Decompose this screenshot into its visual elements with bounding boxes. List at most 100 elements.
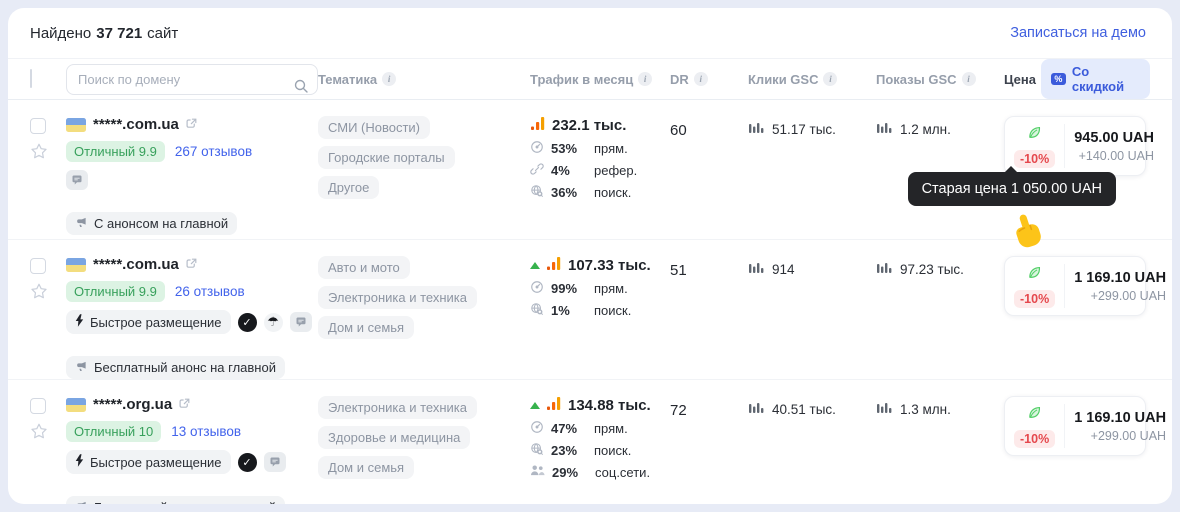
check-circle-icon[interactable]: ✓ xyxy=(238,453,257,472)
col-price-label: Цена xyxy=(1004,72,1036,87)
topbar: Найдено 37 721 сайт Записаться на демо xyxy=(8,8,1172,58)
check-circle-icon[interactable]: ✓ xyxy=(238,313,257,332)
col-impressions-label: Показы GSC xyxy=(876,72,957,87)
social-traffic-icon xyxy=(530,464,545,480)
gsc-impressions-value: 97.23 тыс. xyxy=(900,262,964,277)
traffic-cell: 232.1 тыс. 53% прям. 4% рефер. 36% поиск… xyxy=(530,116,670,239)
ukraine-flag-icon xyxy=(66,258,86,272)
traffic-value: 232.1 тыс. xyxy=(552,117,626,134)
info-icon[interactable]: i xyxy=(823,72,837,86)
ukraine-flag-icon xyxy=(66,398,86,412)
discount-badge: -10% xyxy=(1014,150,1055,168)
gsc-clicks-value: 40.51 тыс. xyxy=(772,402,836,417)
domain-link[interactable]: *****.org.ua xyxy=(66,396,190,413)
price-extra: +299.00 UAH xyxy=(1091,289,1166,303)
traffic-bars-icon xyxy=(546,256,562,275)
traffic-cell: 134.88 тыс. 47% прям. 23% поиск. 29% соц… xyxy=(530,396,670,504)
traffic-value: 134.88 тыс. xyxy=(568,397,651,414)
trend-up-icon xyxy=(530,262,540,269)
search-icon xyxy=(293,78,309,99)
announce-tag: Бесплатный анонс на главной xyxy=(66,356,285,379)
rating-badge: Отличный 10 xyxy=(66,421,161,442)
row-checkbox[interactable] xyxy=(30,258,46,274)
search-traffic-icon xyxy=(530,442,544,459)
leaf-icon xyxy=(1026,124,1043,146)
price-card[interactable]: -10% 1 169.10 UAH +299.00 UAH xyxy=(1004,396,1146,456)
topics-cell: Электроника и техника Здоровье и медицин… xyxy=(318,396,530,504)
search-input[interactable] xyxy=(66,64,318,95)
price-value: 1 169.10 UAH xyxy=(1074,270,1166,286)
favorite-star-icon[interactable] xyxy=(30,422,48,445)
topics-cell: СМИ (Новости) Городские порталы Другое xyxy=(318,116,530,239)
favorite-star-icon[interactable] xyxy=(30,142,48,165)
comment-icon[interactable] xyxy=(264,452,286,472)
reviews-link[interactable]: 26 отзывов xyxy=(175,284,245,299)
old-price-tooltip: Старая цена 1 050.00 UAH xyxy=(908,172,1116,206)
results-count: Найдено 37 721 сайт xyxy=(30,25,178,42)
external-link-icon[interactable] xyxy=(186,256,197,273)
demo-signup-link[interactable]: Записаться на демо xyxy=(1010,25,1146,41)
price-value: 945.00 UAH xyxy=(1074,130,1154,146)
row-checkbox[interactable] xyxy=(30,118,46,134)
referral-traffic-icon xyxy=(530,162,544,179)
external-link-icon[interactable] xyxy=(186,116,197,133)
gsc-clicks-value: 51.17 тыс. xyxy=(772,122,836,137)
discount-filter-toggle[interactable]: % Со скидкой xyxy=(1041,59,1150,99)
topic-tag: Дом и семья xyxy=(318,456,414,479)
favorite-star-icon[interactable] xyxy=(30,282,48,305)
topic-tag: Здоровье и медицина xyxy=(318,426,470,449)
bars-icon xyxy=(876,260,892,279)
percent-coupon-icon: % xyxy=(1051,73,1066,85)
domain-link[interactable]: *****.com.ua xyxy=(66,256,197,273)
reviews-link[interactable]: 267 отзывов xyxy=(175,144,252,159)
found-prefix: Найдено xyxy=(30,25,91,42)
info-icon[interactable]: i xyxy=(382,72,396,86)
col-clicks-label: Клики GSC xyxy=(748,72,818,87)
topic-tag: Другое xyxy=(318,176,379,199)
external-link-icon[interactable] xyxy=(179,396,190,413)
lightning-icon xyxy=(75,454,84,470)
topic-tag: СМИ (Новости) xyxy=(318,116,430,139)
price-card[interactable]: -10% 945.00 UAH +140.00 UAH xyxy=(1004,116,1146,176)
domain-link[interactable]: *****.com.ua xyxy=(66,116,197,133)
umbrella-icon[interactable]: ☂ xyxy=(264,313,283,332)
info-icon[interactable]: i xyxy=(962,72,976,86)
row-checkbox[interactable] xyxy=(30,398,46,414)
dr-value: 51 xyxy=(670,256,748,379)
bars-icon xyxy=(748,400,764,419)
table-row: *****.com.ua Отличный 9.9 26 отзывов Быс… xyxy=(8,240,1172,380)
leaf-icon xyxy=(1026,264,1043,286)
rating-badge: Отличный 9.9 xyxy=(66,281,165,302)
bars-icon xyxy=(876,400,892,419)
direct-traffic-icon xyxy=(530,280,544,297)
table-row: *****.org.ua Отличный 10 13 отзывов Быст… xyxy=(8,380,1172,504)
bars-icon xyxy=(876,120,892,139)
price-extra: +140.00 UAH xyxy=(1079,149,1154,163)
bars-icon xyxy=(748,260,764,279)
bars-icon xyxy=(748,120,764,139)
topic-tag: Электроника и техника xyxy=(318,286,477,309)
topic-tag: Электроника и техника xyxy=(318,396,477,419)
col-traffic-label: Трафик в месяц xyxy=(530,72,633,87)
select-all-checkbox[interactable] xyxy=(30,69,32,88)
domain-search xyxy=(66,71,318,88)
traffic-value: 107.33 тыс. xyxy=(568,257,651,274)
topics-cell: Авто и мото Электроника и техника Дом и … xyxy=(318,256,530,379)
comment-icon[interactable] xyxy=(66,170,88,190)
dr-value: 72 xyxy=(670,396,748,504)
info-icon[interactable]: i xyxy=(694,72,708,86)
reviews-link[interactable]: 13 отзывов xyxy=(171,424,241,439)
announce-tag: С анонсом на главной xyxy=(66,212,237,235)
direct-traffic-icon xyxy=(530,140,544,157)
table-header: Тематика i Трафик в месяц i DR i Клики G… xyxy=(8,58,1172,100)
found-count: 37 721 xyxy=(96,25,142,42)
info-icon[interactable]: i xyxy=(638,72,652,86)
catalog-card: Найдено 37 721 сайт Записаться на демо Т… xyxy=(8,8,1172,504)
discount-badge: -10% xyxy=(1014,290,1055,308)
comment-icon[interactable] xyxy=(290,312,312,332)
price-value: 1 169.10 UAH xyxy=(1074,410,1166,426)
lightning-icon xyxy=(75,314,84,330)
topic-tag: Авто и мото xyxy=(318,256,410,279)
topic-tag: Городские порталы xyxy=(318,146,455,169)
price-card[interactable]: -10% 1 169.10 UAH +299.00 UAH xyxy=(1004,256,1146,316)
